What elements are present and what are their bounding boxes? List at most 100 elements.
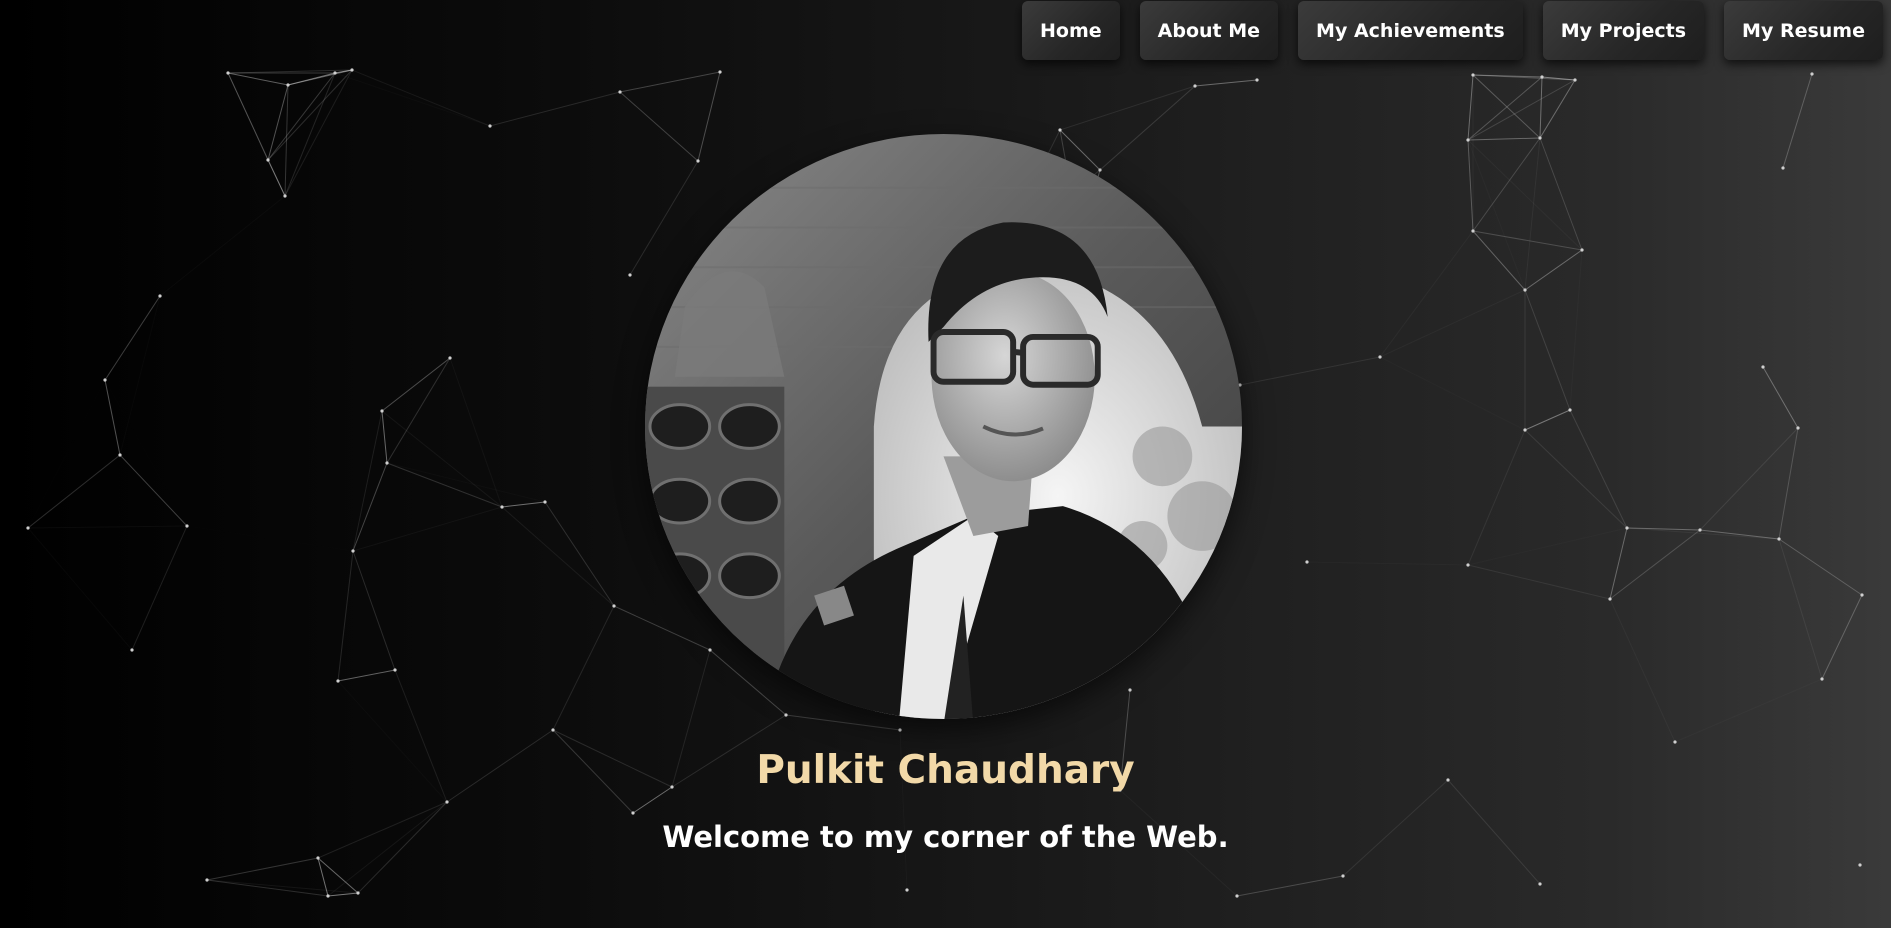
network-line: [104, 379, 121, 456]
network-line: [1524, 289, 1571, 411]
network-node: [1058, 128, 1062, 132]
network-line: [337, 550, 354, 682]
network-node: [612, 604, 616, 608]
nav-achievements-button[interactable]: My Achievements: [1298, 1, 1523, 60]
network-node: [551, 728, 555, 732]
network-line: [1467, 76, 1543, 141]
network-node: [618, 90, 622, 94]
network-line: [1194, 79, 1258, 87]
network-node: [286, 83, 290, 87]
network-node: [784, 713, 788, 717]
network-node: [500, 505, 504, 509]
network-line: [352, 506, 503, 552]
network-node: [1573, 78, 1577, 82]
network-line: [552, 605, 615, 731]
network-node: [1608, 597, 1612, 601]
network-line: [1467, 79, 1576, 141]
network-node: [350, 68, 354, 72]
network-node: [1523, 428, 1527, 432]
network-line: [1099, 85, 1196, 171]
network-node: [118, 453, 122, 457]
network-line: [1467, 74, 1474, 141]
network-node: [696, 159, 700, 163]
network-line: [1379, 230, 1474, 358]
network-node: [631, 811, 635, 815]
network-line: [489, 91, 621, 127]
nav-home-button[interactable]: Home: [1022, 1, 1120, 60]
nav-projects-button[interactable]: My Projects: [1542, 1, 1705, 60]
network-node: [1538, 882, 1542, 886]
network-line: [1778, 538, 1823, 680]
network-line: [1539, 137, 1583, 251]
network-line: [395, 670, 553, 730]
network-line: [27, 527, 133, 651]
network-node: [1341, 874, 1345, 878]
network-line: [387, 463, 545, 502]
network-line: [227, 72, 289, 86]
network-node: [380, 409, 384, 413]
network-node: [1471, 73, 1475, 77]
network-line: [629, 160, 699, 276]
network-line: [27, 525, 188, 529]
network-line: [1473, 77, 1542, 231]
network-line: [381, 410, 388, 464]
network-line: [501, 501, 546, 508]
network-line: [1524, 409, 1571, 431]
network-line: [1306, 561, 1469, 566]
nav-about-me-button[interactable]: About Me: [1139, 1, 1279, 60]
network-line: [1609, 598, 1676, 743]
network-line: [619, 71, 721, 93]
network-node: [1625, 526, 1629, 530]
network-line: [104, 295, 161, 381]
network-node: [543, 500, 547, 504]
network-node: [356, 891, 360, 895]
network-node: [708, 648, 712, 652]
network-line: [335, 73, 490, 126]
network-node: [1538, 136, 1542, 140]
network-line: [352, 462, 388, 552]
network-line: [1609, 529, 1701, 600]
network-node: [1466, 563, 1470, 567]
network-node: [130, 648, 134, 652]
network-line: [1467, 139, 1526, 291]
network-line: [1778, 538, 1863, 596]
network-line: [206, 879, 359, 894]
network-line: [159, 195, 286, 297]
network-node: [205, 878, 209, 882]
network-line: [284, 69, 353, 197]
network-line: [1782, 73, 1813, 169]
network-line: [352, 410, 383, 552]
network-node: [1305, 560, 1309, 564]
network-line: [381, 357, 451, 412]
network-node: [1471, 229, 1475, 233]
network-line: [1467, 137, 1541, 141]
network-line: [337, 669, 396, 682]
network-node: [445, 800, 449, 804]
network-node: [1698, 528, 1702, 532]
hero-name: Pulkit Chaudhary: [756, 748, 1135, 793]
network-line: [1467, 139, 1474, 232]
network-line: [1524, 137, 1541, 291]
network-line: [1472, 74, 1541, 139]
network-node: [1796, 426, 1800, 430]
network-node: [1820, 677, 1824, 681]
network-node: [1810, 72, 1814, 76]
network-line: [1467, 564, 1611, 600]
network-line: [1539, 76, 1543, 139]
network-node: [1568, 408, 1572, 412]
network-node: [1858, 863, 1862, 867]
network-line: [1821, 594, 1863, 680]
network-line: [619, 91, 699, 162]
network-line: [227, 72, 269, 161]
network-line: [697, 71, 721, 162]
network-node: [103, 378, 107, 382]
network-line: [28, 380, 105, 528]
profile-photo: [645, 134, 1242, 719]
network-node: [336, 679, 340, 683]
network-line: [1539, 79, 1576, 139]
network-node: [1255, 78, 1259, 82]
top-navigation: Home About Me My Achievements My Project…: [1022, 1, 1883, 60]
network-node: [385, 461, 389, 465]
nav-resume-button[interactable]: My Resume: [1724, 1, 1883, 60]
network-node: [1193, 84, 1197, 88]
